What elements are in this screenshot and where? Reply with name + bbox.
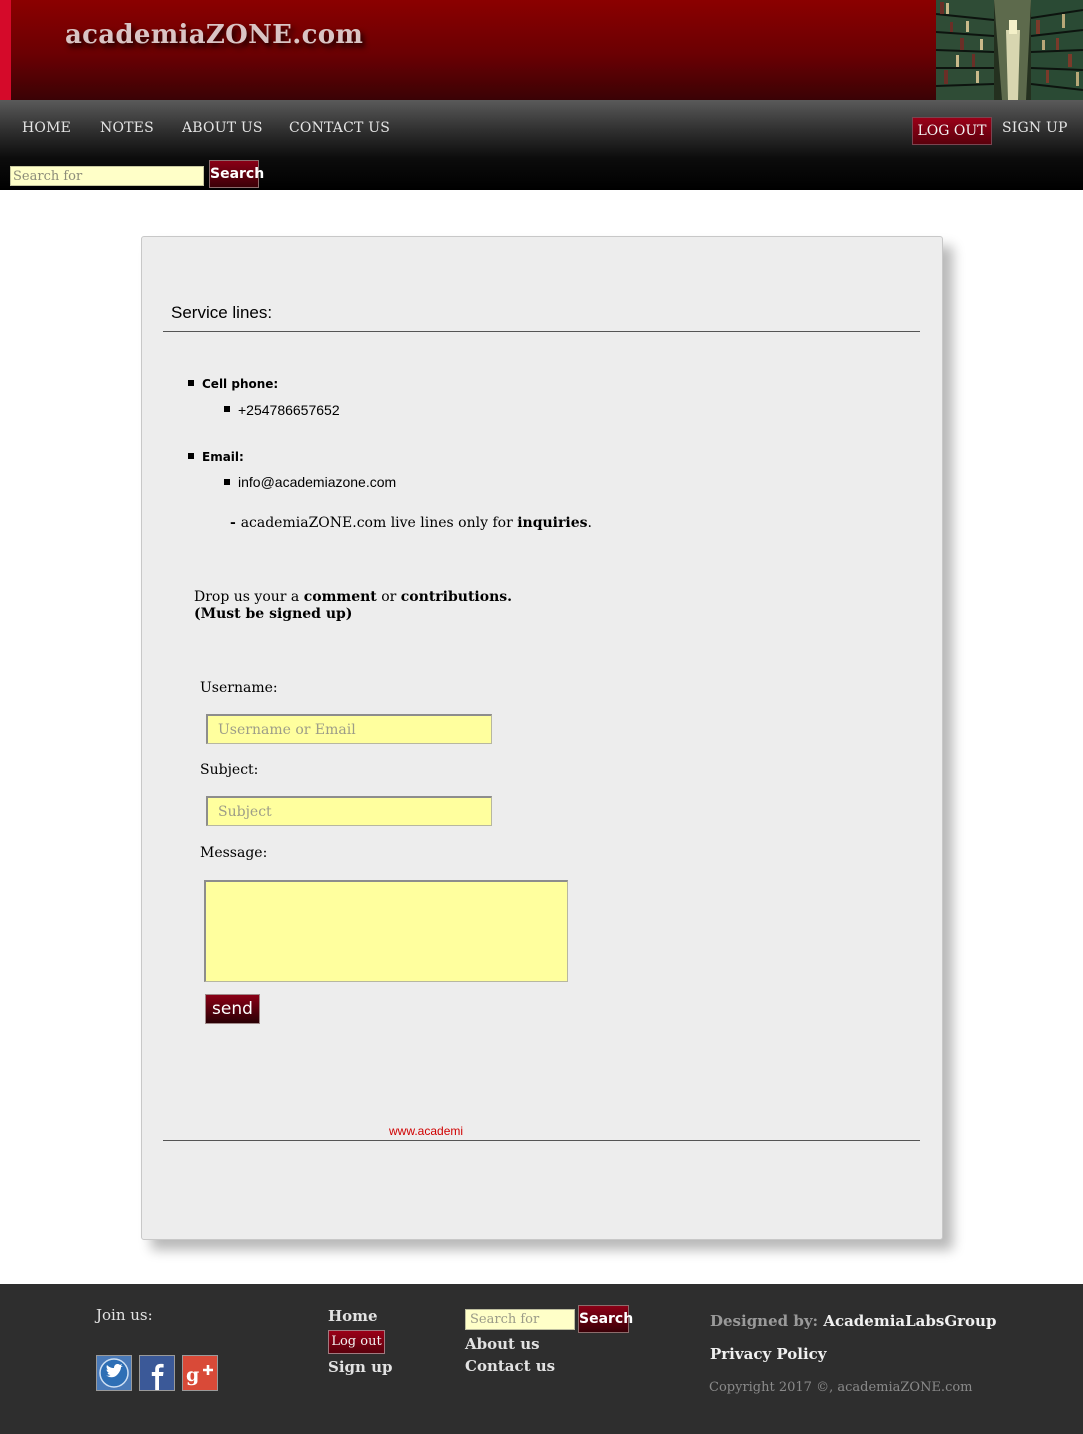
subject-field[interactable] [206, 796, 492, 826]
nav-notes[interactable]: NOTES [100, 120, 154, 136]
subject-label: Subject: [200, 762, 259, 778]
twitter-icon[interactable] [96, 1355, 132, 1391]
username-label: Username: [200, 680, 278, 696]
message-label: Message: [200, 845, 268, 861]
join-us-label: Join us: [96, 1306, 153, 1324]
library-bookshelf-image [936, 0, 1083, 100]
section-title: Service lines: [171, 303, 273, 322]
send-button[interactable]: send [205, 994, 260, 1024]
username-field[interactable] [206, 714, 492, 744]
bullet-marker [188, 380, 194, 386]
google-plus-icon[interactable]: g [182, 1355, 218, 1391]
footer-signup-link[interactable]: Sign up [328, 1358, 393, 1376]
bullet-marker [188, 453, 194, 459]
top-search-button[interactable]: Search [209, 160, 264, 188]
nav-home[interactable]: HOME [22, 120, 71, 136]
logout-button[interactable]: LOG OUT [912, 117, 992, 145]
footer-search-button[interactable]: Search [578, 1305, 633, 1333]
svg-text:g: g [186, 1364, 199, 1386]
facebook-icon[interactable] [139, 1355, 175, 1391]
contact-card: Service lines: Cell phone: +254786657652… [141, 236, 943, 1240]
nav-sign-up[interactable]: SIGN UP [1002, 120, 1068, 136]
header-accent-bar [0, 0, 11, 100]
drop-comment-text: Drop us your a comment or contributions. [194, 589, 513, 605]
nav-contact-us[interactable]: CONTACT US [289, 120, 390, 136]
live-lines-note: - academiaZONE.com live lines only for i… [230, 515, 592, 531]
site-link[interactable]: www.academi [389, 1124, 463, 1138]
footer-contact-link[interactable]: Contact us [465, 1357, 555, 1375]
message-textarea[interactable] [204, 880, 568, 982]
designer-link[interactable]: AcademiaLabsGroup [823, 1312, 996, 1330]
privacy-policy-link[interactable]: Privacy Policy [710, 1345, 827, 1363]
main-navbar: HOME NOTES ABOUT US CONTACT US LOG OUT S… [0, 100, 1083, 190]
footer-search-input[interactable] [465, 1309, 575, 1330]
top-search-input[interactable] [10, 166, 204, 186]
bullet-marker [224, 479, 230, 485]
email-label: Email: [202, 450, 244, 464]
site-logo[interactable]: academiaZONE.com [65, 20, 363, 50]
site-header: academiaZONE.com [0, 0, 1083, 100]
footer-logout-button[interactable]: Log out [328, 1330, 385, 1354]
designed-by: Designed by: AcademiaLabsGroup [710, 1312, 997, 1330]
footer-about-link[interactable]: About us [465, 1335, 540, 1353]
signed-up-note: (Must be signed up) [194, 606, 353, 622]
title-divider [163, 331, 920, 332]
site-footer: Join us: g Home Log out Sign up Search A… [0, 1284, 1083, 1434]
bullet-marker [224, 406, 230, 412]
footer-home-link[interactable]: Home [328, 1307, 378, 1325]
copyright-text: Copyright 2017 ©, academiaZONE.com [709, 1380, 973, 1395]
cell-phone-value: +254786657652 [238, 402, 340, 418]
bottom-divider [163, 1140, 920, 1141]
cell-phone-label: Cell phone: [202, 377, 279, 391]
nav-about-us[interactable]: ABOUT US [182, 120, 263, 136]
email-value: info@academiazone.com [238, 474, 397, 490]
